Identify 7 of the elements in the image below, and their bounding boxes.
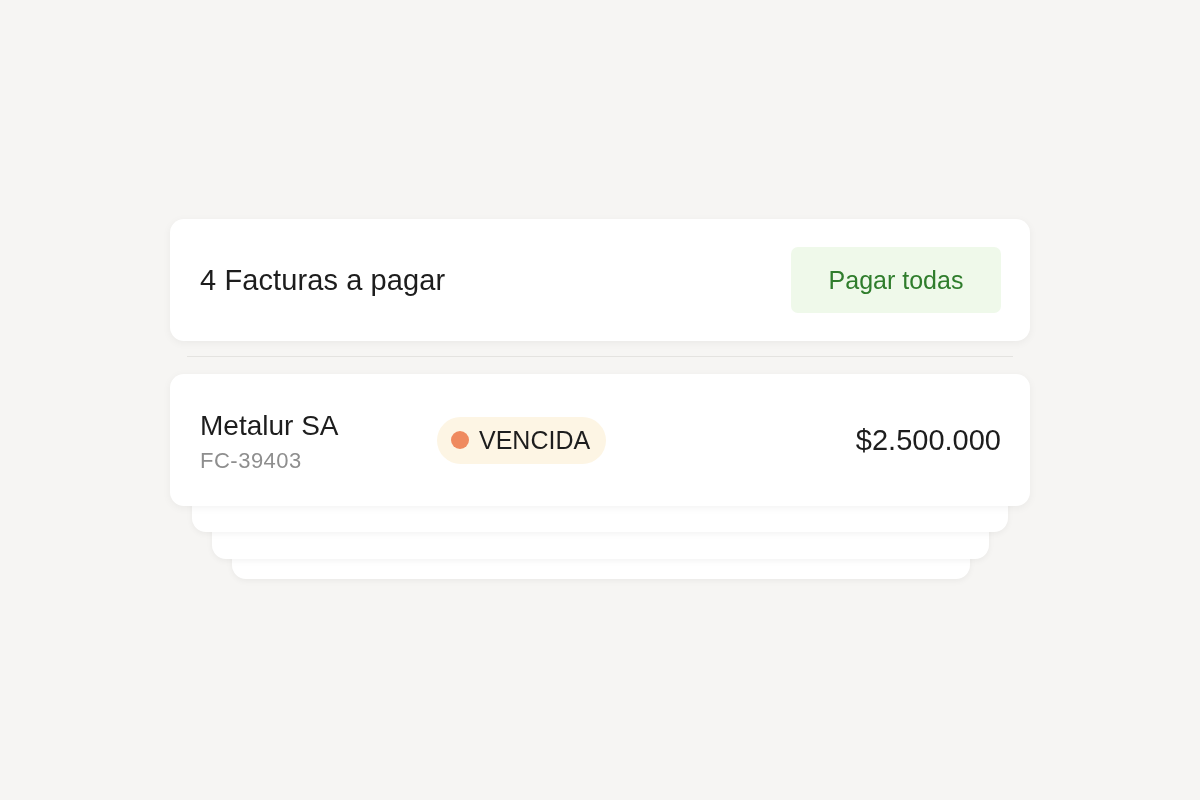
invoice-card[interactable]: Metalur SA FC-39403 VENCIDA $2.500.000	[170, 374, 1030, 506]
invoices-title: 4 Facturas a pagar	[200, 263, 446, 297]
invoice-amount: $2.500.000	[855, 423, 1001, 457]
invoice-number: FC-39403	[200, 448, 303, 474]
company-name: Metalur SA	[200, 410, 340, 442]
pay-all-button[interactable]: Pagar todas	[791, 247, 1001, 313]
status-label: VENCIDA	[479, 425, 591, 455]
